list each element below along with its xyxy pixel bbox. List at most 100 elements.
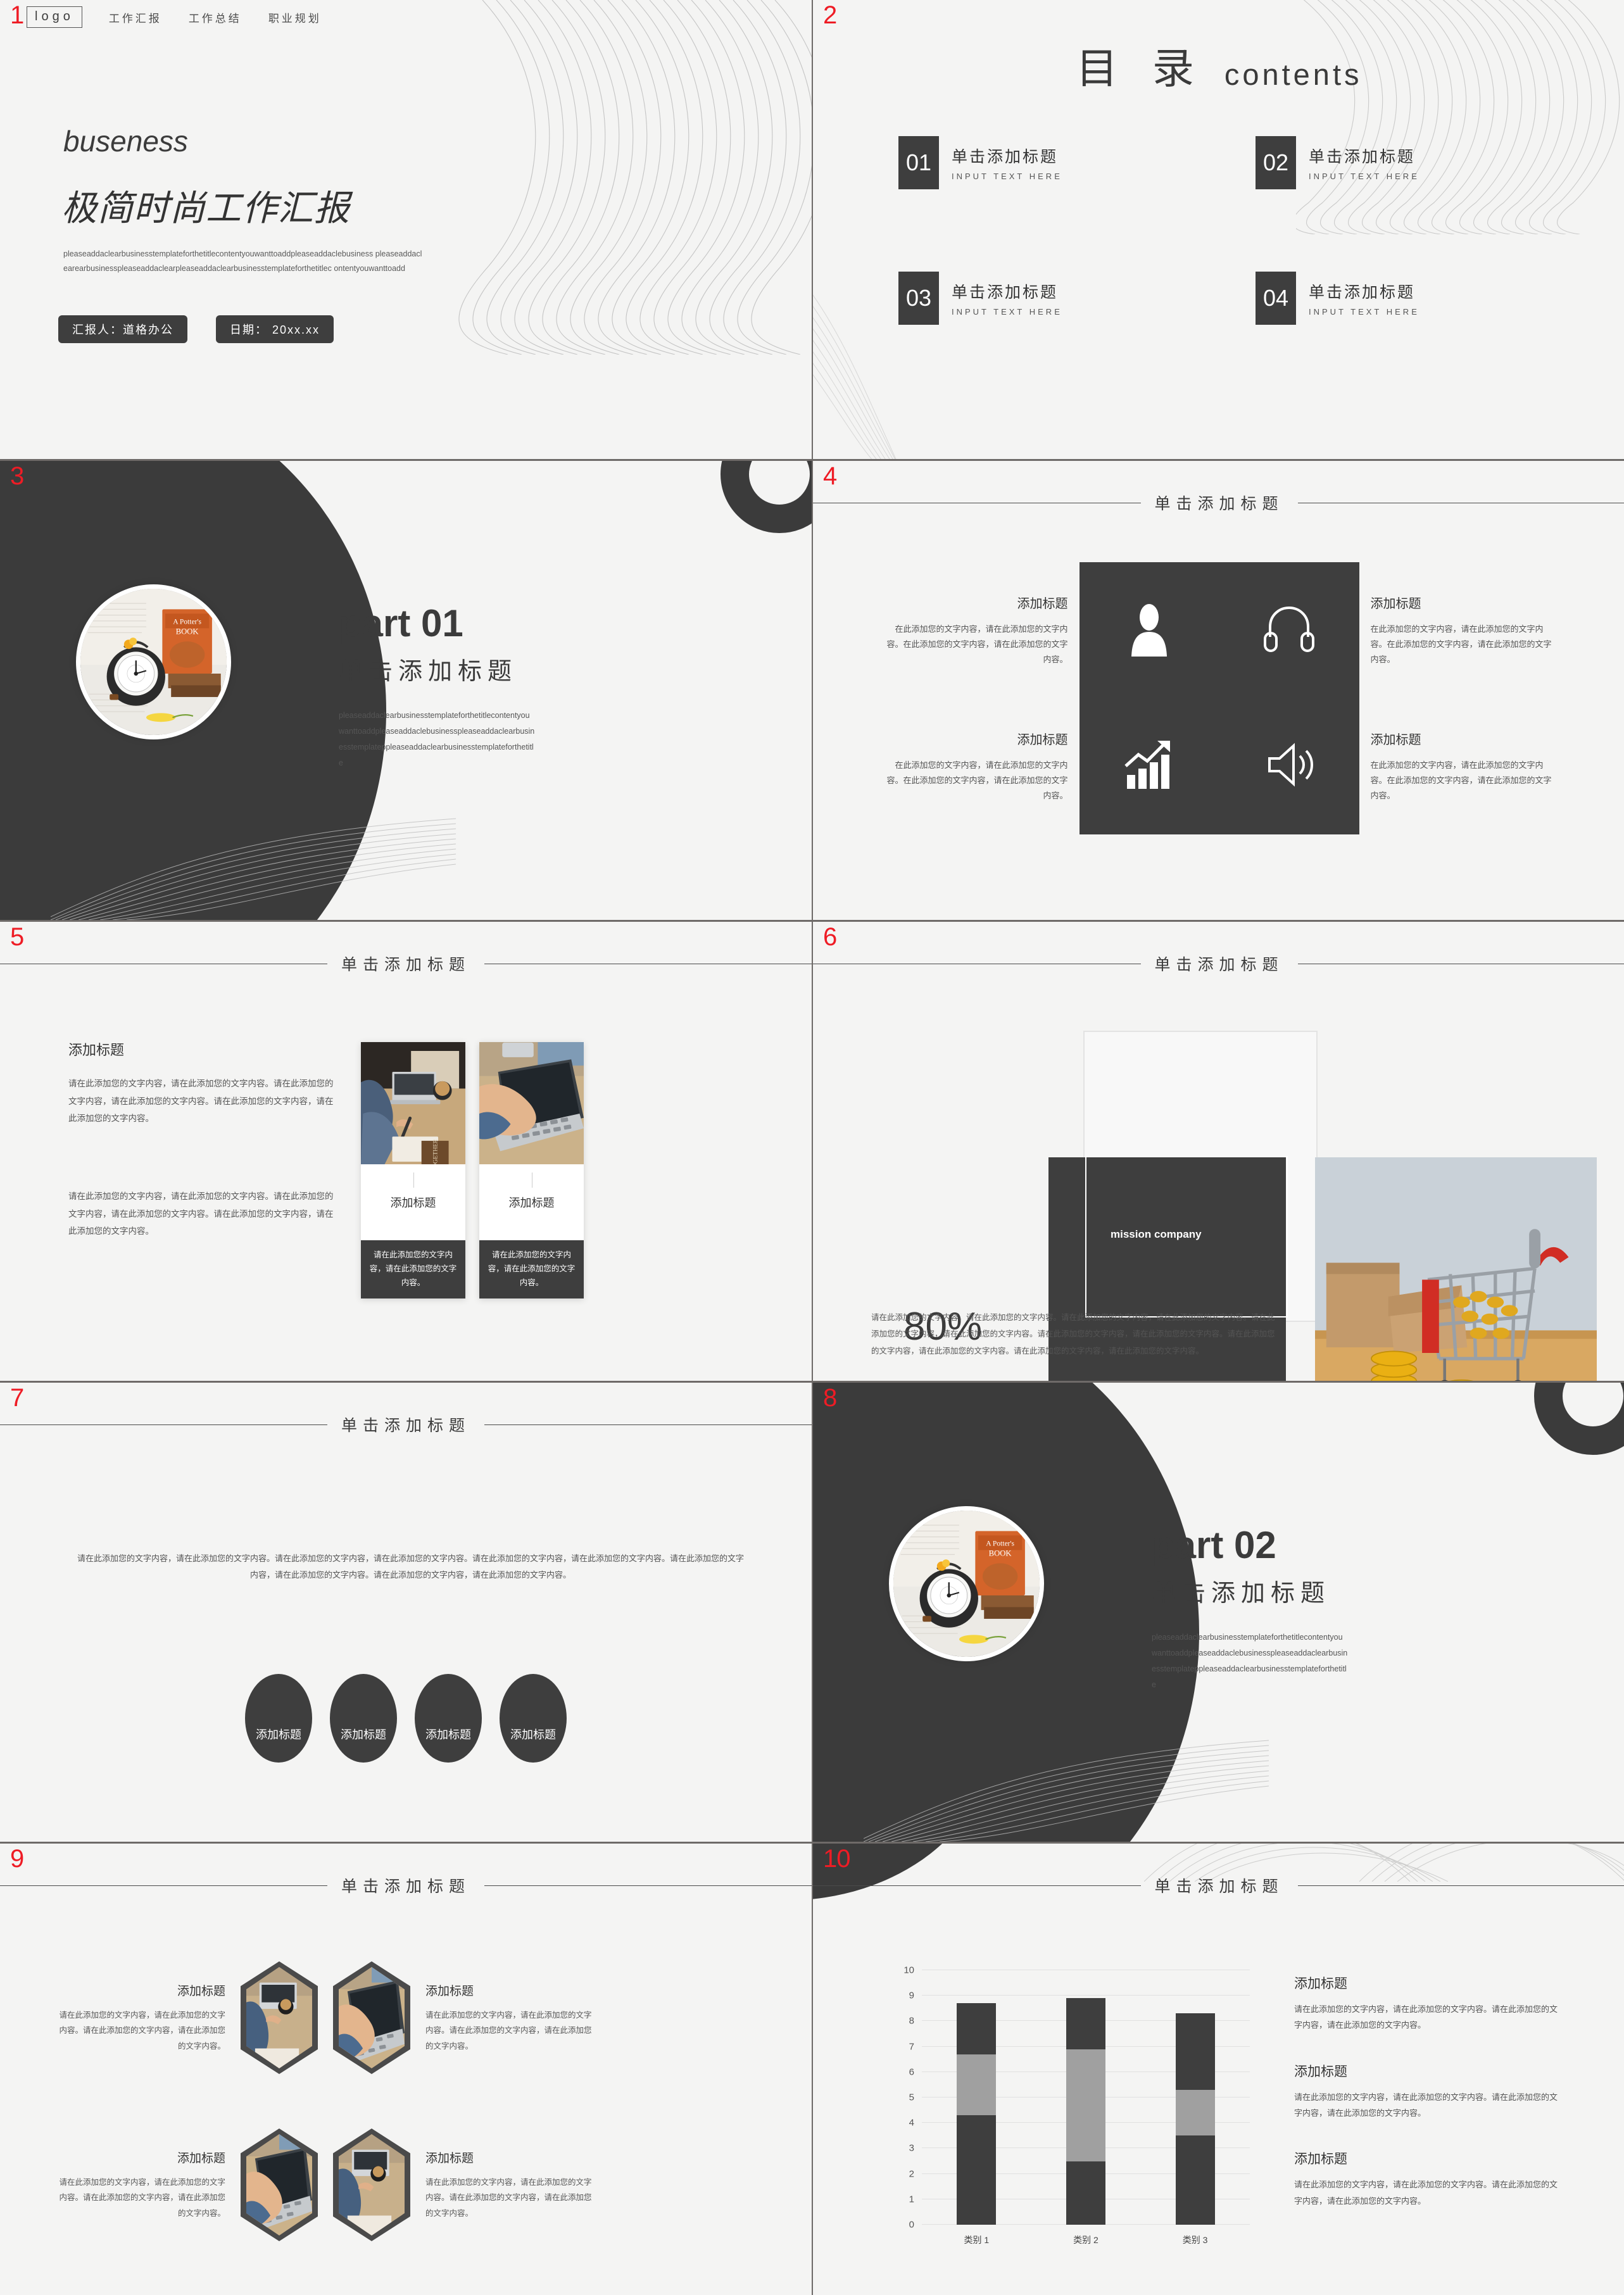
part-description: pleaseaddaclearbusinesstemplateforthetit… <box>339 711 535 767</box>
part-subtitle: 单击添加标题 <box>339 658 518 685</box>
contents-item-sub: INPUT TEXT HERE <box>952 307 1062 317</box>
stacked-bar-chart: 0 1 2 3 4 5 6 7 8 9 10 类别 1 类别 2 类别 3 <box>876 1965 1256 2249</box>
chart-y-tick-label: 6 <box>909 2066 914 2078</box>
circle-item-3[interactable]: 添加标题 <box>415 1674 482 1763</box>
chart-bar-segment <box>1066 2049 1105 2161</box>
hex-photo-1[interactable] <box>241 1961 318 2074</box>
svg-text:A Potter's: A Potter's <box>986 1540 1014 1547</box>
hex-photo-4[interactable] <box>333 2128 410 2241</box>
hex-text-1: 添加标题 请在此添加您的文字内容，请在此添加您的文字内容。请在此添加您的文字内容… <box>56 1982 225 2054</box>
body-paragraph: 请在此添加您的文字内容，请在此添加您的文字内容。请在此添加您的文字内容，请在此添… <box>77 1554 744 1580</box>
chart-bar <box>1066 1970 1105 2225</box>
hex-photo-3[interactable] <box>241 2128 318 2241</box>
slide-5-photo-cards: 5 单击添加标题 添加标题 请在此添加您的文字内容，请在此添加您的文字内容。请在… <box>0 922 812 1381</box>
bar-chart-growth-icon <box>1122 739 1176 793</box>
mission-company-label: mission company <box>1111 1228 1202 1240</box>
block-title: 添加标题 <box>1294 2152 1347 2167</box>
contents-item-sub: INPUT TEXT HERE <box>1309 307 1419 317</box>
nav-item-work-report[interactable]: 工作汇报 <box>109 9 162 25</box>
contents-item-03[interactable]: 03 单击添加标题 INPUT TEXT HERE <box>898 272 1199 325</box>
chart-y-tick-label: 9 <box>909 1990 914 2001</box>
feature-tile-1[interactable] <box>1079 562 1219 698</box>
photo-card-2[interactable]: 添加标题 请在此添加您的文字内容，请在此添加您的文字内容。 <box>479 1042 584 1298</box>
feature-tile-4[interactable] <box>1219 698 1359 834</box>
slide-number: 5 <box>10 923 24 951</box>
contents-number: 04 <box>1256 272 1296 325</box>
circle-item-4[interactable]: 添加标题 <box>500 1674 567 1763</box>
part-label: part 02 <box>1152 1524 1276 1566</box>
circle-label: 添加标题 <box>425 1728 471 1741</box>
slide-number: 1 <box>10 1 24 29</box>
nav-item-career-plan[interactable]: 职业规划 <box>268 9 322 25</box>
card-title: 添加标题 <box>508 1197 555 1209</box>
section-photo-clock-book: A Potter's BOOK <box>76 584 231 739</box>
slide-number: 8 <box>823 1384 837 1412</box>
heading-rule-left <box>813 1885 1141 1886</box>
slide-6-percentage: 6 单击添加标题 mission company 80% 请在此添加您的文字内容… <box>813 922 1624 1381</box>
photo-card-1[interactable]: TOGETHER 添加标题 请在此添加您的文字内容，请在此添加您的文字内容。 <box>361 1042 465 1298</box>
chart-bar-segment <box>1066 2161 1105 2225</box>
feature-body: 在此添加您的文字内容，请在此添加您的文字内容。在此添加您的文字内容，请在此添加您… <box>886 624 1068 665</box>
section-heading: 单击添加标题 <box>813 491 1624 514</box>
svg-text:TOGETHER: TOGETHER <box>432 1139 439 1164</box>
slide-number: 6 <box>823 923 837 951</box>
hex-text-2: 添加标题 请在此添加您的文字内容，请在此添加您的文字内容。请在此添加您的文字内容… <box>425 1982 595 2054</box>
contents-title-en: contents <box>1224 58 1363 91</box>
section-heading: 单击添加标题 <box>0 1874 812 1897</box>
card-photo-desk-writing: TOGETHER <box>361 1042 465 1164</box>
feature-tile-3[interactable] <box>1079 698 1219 834</box>
heading-text: 单击添加标题 <box>341 1878 471 1896</box>
logo[interactable]: logo <box>27 6 82 28</box>
slide-4-icon-grid: 4 单击添加标题 添加标题 在此添加您的文字内容，请在此添加您的文字内容。在此添… <box>813 461 1624 920</box>
block-title: 添加标题 <box>1294 1977 1347 1991</box>
chart-bar <box>1175 1970 1215 2225</box>
contents-item-04[interactable]: 04 单击添加标题 INPUT TEXT HERE <box>1256 272 1556 325</box>
section-title-block: part 02 单击添加标题 pleaseaddaclearbusinesste… <box>1152 1523 1348 1693</box>
heading-text: 单击添加标题 <box>1154 1878 1284 1896</box>
card-body: 添加标题 <box>361 1164 465 1240</box>
circle-label: 添加标题 <box>510 1728 556 1741</box>
contents-item-02[interactable]: 02 单击添加标题 INPUT TEXT HERE <box>1256 136 1556 189</box>
chart-x-labels: 类别 1 类别 2 类别 3 <box>922 2234 1250 2246</box>
chart-text-block-2: 添加标题 请在此添加您的文字内容，请在此添加您的文字内容。请在此添加您的文字内容… <box>1294 2061 1560 2122</box>
circle-item-1[interactable]: 添加标题 <box>245 1674 312 1763</box>
contents-number: 02 <box>1256 136 1296 189</box>
nav-item-work-summary[interactable]: 工作总结 <box>189 9 242 25</box>
hex-title: 添加标题 <box>177 2151 225 2165</box>
contents-item-01[interactable]: 01 单击添加标题 INPUT TEXT HERE <box>898 136 1199 189</box>
contents-list: 01 单击添加标题 INPUT TEXT HERE 02 单击添加标题 INPU… <box>898 136 1556 325</box>
speaker-volume-icon <box>1262 739 1316 793</box>
hex-title: 添加标题 <box>425 2151 474 2165</box>
heading-text: 单击添加标题 <box>1154 495 1284 513</box>
block-body: 请在此添加您的文字内容，请在此添加您的文字内容。请在此添加您的文字内容，请在此添… <box>1294 2092 1558 2118</box>
hex-row-bottom: 添加标题 请在此添加您的文字内容，请在此添加您的文字内容。请在此添加您的文字内容… <box>56 2128 595 2241</box>
slide-2-contents: 2 目 录 contents 01 单击添加标题 INPUT TEXT HERE… <box>813 0 1624 459</box>
chart-y-tick-label: 7 <box>909 2041 914 2053</box>
left-title: 添加标题 <box>68 1042 125 1058</box>
hex-photo-2[interactable] <box>333 1961 410 2074</box>
slide-9-hexagons: 9 单击添加标题 添加标题 请在此添加您的文字内容，请在此添加您的文字内容。请在… <box>0 1844 812 2295</box>
heading-rule-right <box>484 1424 812 1425</box>
hex-body: 请在此添加您的文字内容，请在此添加您的文字内容。请在此添加您的文字内容，请在此添… <box>59 2177 225 2218</box>
chart-text-block-3: 添加标题 请在此添加您的文字内容，请在此添加您的文字内容。请在此添加您的文字内容… <box>1294 2149 1560 2209</box>
chart-y-tick-label: 1 <box>909 2194 914 2205</box>
hex-body: 请在此添加您的文字内容，请在此添加您的文字内容。请在此添加您的文字内容，请在此添… <box>425 2177 592 2218</box>
chart-bar-segment <box>1175 2135 1215 2225</box>
circle-item-2[interactable]: 添加标题 <box>330 1674 397 1763</box>
card-caption: 请在此添加您的文字内容，请在此添加您的文字内容。 <box>479 1240 584 1298</box>
section-heading: 单击添加标题 <box>0 1413 812 1436</box>
contents-number: 03 <box>898 272 939 325</box>
svg-text:A Potter's: A Potter's <box>173 618 201 626</box>
cover-description: pleaseaddaclearbusinesstemplateforthetit… <box>63 249 422 274</box>
chart-text-block-1: 添加标题 请在此添加您的文字内容，请在此添加您的文字内容。请在此添加您的文字内容… <box>1294 1973 1560 2034</box>
card-list: TOGETHER 添加标题 请在此添加您的文字内容，请在此添加您的文字内容。 添… <box>361 1042 584 1298</box>
cover-title: 极简时尚工作汇报 <box>61 188 350 228</box>
feature-tile-2[interactable] <box>1219 562 1359 698</box>
left-paragraph-2: 请在此添加您的文字内容，请在此添加您的文字内容。请在此添加您的文字内容，请在此添… <box>68 1192 334 1236</box>
slide-7-circles: 7 单击添加标题 请在此添加您的文字内容，请在此添加您的文字内容。请在此添加您的… <box>0 1383 812 1842</box>
slide-number: 7 <box>10 1384 24 1412</box>
contents-item-title: 单击添加标题 <box>952 148 1059 166</box>
contents-item-title: 单击添加标题 <box>952 284 1059 301</box>
heading-text: 单击添加标题 <box>341 1417 471 1435</box>
feature-body: 在此添加您的文字内容，请在此添加您的文字内容。在此添加您的文字内容，请在此添加您… <box>1370 760 1552 801</box>
